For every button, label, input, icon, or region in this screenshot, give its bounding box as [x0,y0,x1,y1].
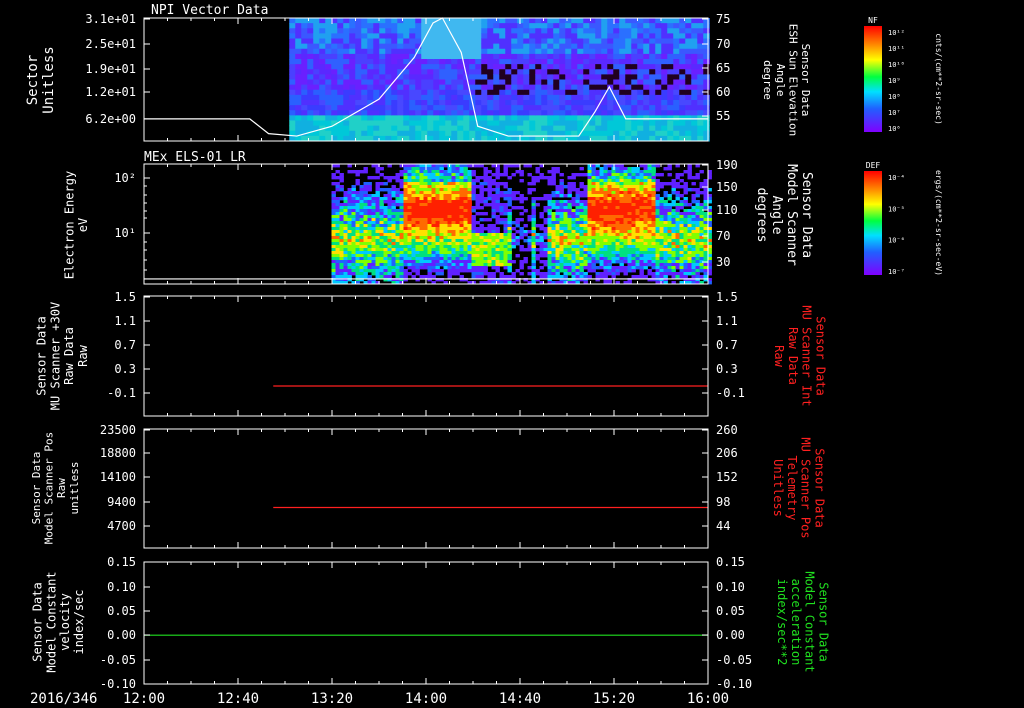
panel-1-ytick: 2.5e+01 [85,37,136,51]
panel-4-ytick: 9400 [107,495,136,509]
panel-3-ytick: -0.1 [107,386,136,400]
panel-5-y2tick: -0.10 [716,677,752,691]
panel-3-y2tick: 1.1 [716,314,738,328]
panel-5-y2tick: 0.15 [716,555,745,569]
colorbar-2-tick: 10⁻⁷ [888,268,905,276]
colorbar-1 [864,26,882,132]
panel-1-ytick: 1.9e+01 [85,62,136,76]
panel-3-y2label: Sensor DataMU Scanner IntRaw DataRaw [772,305,827,406]
panel-1-ytick: 6.2e+00 [85,112,136,126]
panel-3-frame [143,295,709,417]
time-tick-label: 12:40 [217,691,259,707]
colorbar-2-title: DEF [866,161,881,170]
plot-canvas: NPI Vector Data MEx ELS-01 LR 3.1e+01 2.5e+… [25,3,943,707]
time-tick-label: 12:00 [123,691,165,707]
panel-1-y2tick: 75 [716,12,730,26]
panel-4-frame [143,428,709,549]
panel-4-ytick: 14100 [100,470,136,484]
panel-4-y2tick: 260 [716,423,738,437]
panel-4-ylabel: Sensor DataModel Scanner PosRawunitless [30,432,81,545]
panel-4-y2tick: 98 [716,495,730,509]
panel-1-y2tick: 60 [716,85,730,99]
panel-3-ylabel: Sensor DataMU Scanner +30VRaw DataRaw [35,302,90,410]
panel-5-ylabel: Sensor DataModel Constantvelocityindex/s… [31,571,86,672]
panel-1-y2tick: 70 [716,37,730,51]
panel-5-y2tick: 0.05 [716,604,745,618]
time-tick-label: 13:20 [311,691,353,707]
time-tick-label: 15:20 [593,691,635,707]
panel-5-frame [143,561,709,685]
panel-4-ytick: 4700 [107,519,136,533]
colorbar-2-tick: 10⁻⁴ [888,174,905,182]
panel-4-y2tick: 44 [716,519,730,533]
panel-5-ytick: 0.00 [107,628,136,642]
panel-1-ylabel: SectorUnitless [25,46,57,113]
panel-3-ytick: 1.1 [114,314,136,328]
panel-2-title: MEx ELS-01 LR [144,150,246,165]
date-label: 2016/346 [30,691,97,707]
colorbar-1-tick: 10⁷ [888,109,901,117]
panel-2-y2tick: 150 [716,180,738,194]
colorbar-2 [864,171,882,275]
panel-2-ylabel: Electron EnergyeV [62,171,90,279]
panel-1-y2tick: 55 [716,109,730,123]
panel-5-ytick: 0.05 [107,604,136,618]
panel-2-y2tick: 190 [716,158,738,172]
colorbar-1-tick: 10⁹ [888,77,901,85]
colorbar-1-tick: 10⁸ [888,93,901,101]
panel-1-title: NPI Vector Data [151,3,268,18]
panel-1-y2tick: 65 [716,61,730,75]
panel-3-ytick: 1.5 [114,290,136,304]
colorbar-1-tick: 10¹² [888,29,905,37]
panel-4-y2tick: 152 [716,470,738,484]
time-tick-label: 14:40 [499,691,541,707]
panel-2-y2tick: 110 [716,203,738,217]
panel-5-ytick: -0.10 [100,677,136,691]
panel-2-ytick: 10¹ [114,226,136,240]
time-tick-label: 16:00 [687,691,729,707]
colorbar-1-tick: 10⁶ [888,125,901,133]
panel-2-y2label: Sensor DataModel ScannerAngledegrees [754,164,814,266]
panel-3-y2tick: 1.5 [716,290,738,304]
panel-5-y2label: Sensor DataModel Constantaccelerationind… [775,571,830,672]
panel-4-y2label: Sensor DataMU Scanner PosTelemetryUnitle… [771,437,826,538]
colorbar-2-units: ergs/(cm**2-sr-sec-eV) [934,170,943,276]
panel-5-y2tick: 0.00 [716,628,745,642]
colorbar-1-units: cnts/(cm**2-sr-sec) [934,33,943,125]
panel-1-ytick: 3.1e+01 [85,12,136,26]
panel-1-ytick: 1.2e+01 [85,85,136,99]
colorbar-1-tick: 10¹⁰ [888,61,905,69]
panel-5-ytick: 0.10 [107,580,136,594]
panel-4-y2tick: 206 [716,446,738,460]
panel-4-ytick: 18800 [100,446,136,460]
panel-3-y2tick: 0.3 [716,362,738,376]
colorbar-1-title: NF [868,16,878,25]
panel-3-y2tick: 0.7 [716,338,738,352]
time-tick-label: 14:00 [405,691,447,707]
panel-5-y2tick: -0.05 [716,653,752,667]
panel-2-ytick: 10² [114,171,136,185]
colorbar-2-tick: 10⁻⁶ [888,237,905,245]
panel-5-ytick: 0.15 [107,555,136,569]
panel-1-y2label: Sensor DataESH Sun ElevationAngledegree [761,24,812,137]
panel-3-ytick: 0.7 [114,338,136,352]
colorbar-2-tick: 10⁻⁵ [888,205,905,213]
panel-2-y2tick: 30 [716,255,730,269]
panel-5-y2tick: 0.10 [716,580,745,594]
panel-5-ytick: -0.05 [100,653,136,667]
colorbar-1-tick: 10¹¹ [888,45,905,53]
panel-3-ytick: 0.3 [114,362,136,376]
panel-4-ytick: 23500 [100,423,136,437]
panel-3-y2tick: -0.1 [716,386,745,400]
panel-2-y2tick: 70 [716,229,730,243]
